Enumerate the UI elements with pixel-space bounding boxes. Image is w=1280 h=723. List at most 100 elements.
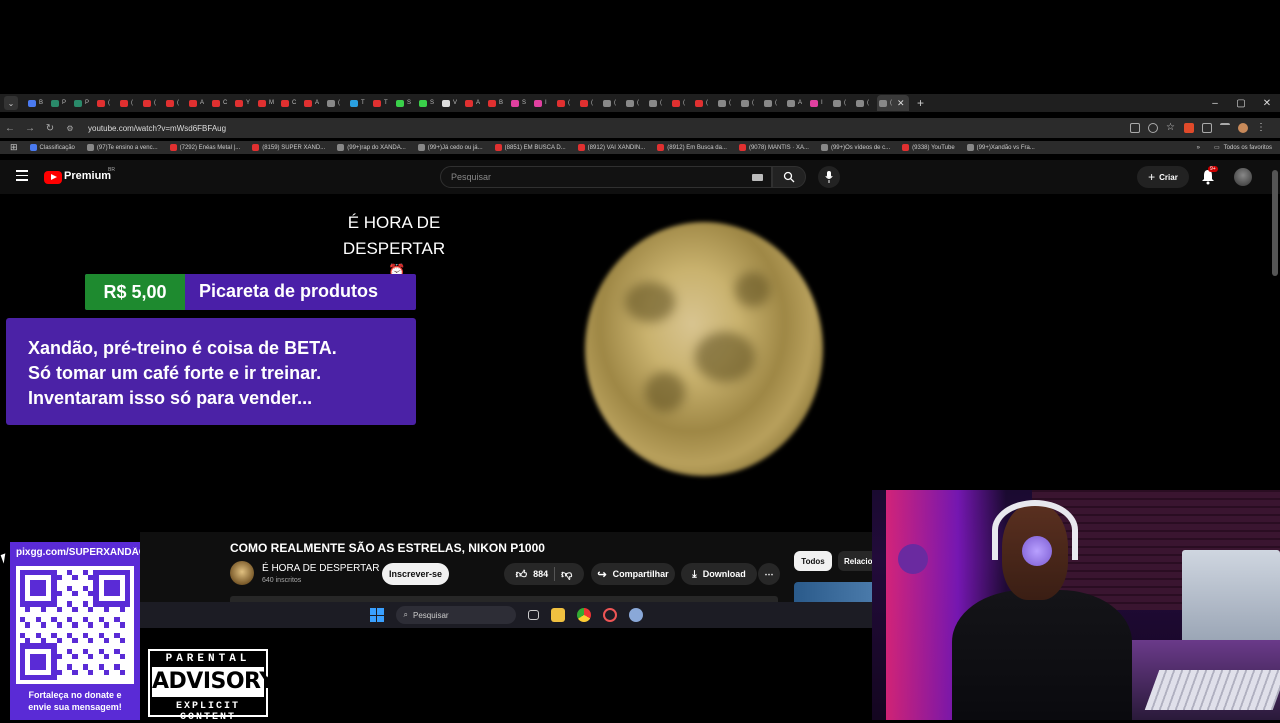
zoom-icon[interactable] <box>1148 123 1158 133</box>
more-bookmarks-icon[interactable]: » <box>1197 145 1200 151</box>
browser-tab[interactable]: T <box>371 95 394 111</box>
browser-tab[interactable]: P <box>72 95 95 111</box>
app-red-icon[interactable] <box>602 608 617 622</box>
bookmark-item[interactable]: (8912) Em Busca da... <box>657 144 727 151</box>
tab-search-chevron-icon[interactable]: ⌄ <box>4 96 18 110</box>
taskbar-search[interactable]: ⌕ Pesquisar <box>395 606 516 624</box>
related-video-thumbnail[interactable] <box>794 582 872 602</box>
file-explorer-icon[interactable] <box>550 608 565 622</box>
close-window-icon[interactable]: ✕ <box>1254 98 1280 109</box>
extensions-icon[interactable] <box>1202 123 1212 133</box>
browser-tab[interactable]: I <box>808 95 831 111</box>
maximize-icon[interactable]: ▢ <box>1228 98 1254 109</box>
url-field[interactable]: youtube.com/watch?v=mWsd6FBFAug <box>88 124 1130 133</box>
reload-icon[interactable]: ↻ <box>40 123 60 134</box>
search-button[interactable] <box>772 166 806 188</box>
bookmark-item[interactable]: (8912) VAI XANDIN... <box>577 144 645 151</box>
all-bookmarks-folder-icon[interactable]: ▭ <box>1214 144 1220 151</box>
minimize-icon[interactable]: – <box>1202 98 1228 109</box>
like-icon[interactable]: 👍︎ <box>516 568 528 581</box>
bookmark-item[interactable]: (99+)Xandão vs Fra... <box>966 144 1035 151</box>
more-actions-button[interactable]: ⋯ <box>758 563 780 585</box>
create-button[interactable]: + Criar <box>1137 166 1189 188</box>
windows-start-icon[interactable] <box>369 608 384 622</box>
chrome-icon[interactable] <box>576 608 591 622</box>
new-tab-button[interactable]: + <box>917 96 924 110</box>
site-info-icon[interactable]: ⚙ <box>60 124 80 133</box>
browser-tab[interactable]: ( <box>739 95 762 111</box>
browser-tab[interactable]: S <box>417 95 440 111</box>
bookmark-item[interactable]: (97)Te ensino a venc... <box>86 144 158 151</box>
browser-tab[interactable]: A <box>463 95 486 111</box>
hamburger-menu-icon[interactable] <box>16 170 28 182</box>
browser-tab[interactable]: ( <box>141 95 164 111</box>
browser-tab[interactable]: Y <box>233 95 256 111</box>
bookmark-item[interactable]: Classificação <box>29 144 75 151</box>
bookmark-item[interactable]: (8851) EM BUSCA D... <box>494 144 566 151</box>
browser-tab[interactable]: B <box>26 95 49 111</box>
browser-tab[interactable]: I <box>532 95 555 111</box>
browser-tab[interactable]: C <box>279 95 302 111</box>
menu-dots-icon[interactable]: ⋮ <box>1256 123 1266 133</box>
bookmark-star-icon[interactable]: ☆ <box>1166 123 1176 133</box>
browser-tab[interactable]: V <box>440 95 463 111</box>
browser-tab[interactable]: ( <box>95 95 118 111</box>
voice-search-button[interactable] <box>818 166 840 188</box>
subscribe-button[interactable]: Inscrever-se <box>382 563 449 585</box>
bookmark-item[interactable]: (99+)rap do XANDÃ... <box>337 144 406 151</box>
browser-tab[interactable]: A <box>785 95 808 111</box>
bookmark-item[interactable]: (7292) Enéas Metal |... <box>169 144 240 151</box>
browser-tab[interactable]: ( <box>854 95 877 111</box>
channel-avatar[interactable] <box>230 561 254 585</box>
channel-name[interactable]: É HORA DE DESPERTAR <box>262 563 379 574</box>
chip-all[interactable]: Todos <box>794 551 832 571</box>
browser-tab[interactable]: T <box>348 95 371 111</box>
browser-tab[interactable]: (✕ <box>877 95 909 111</box>
browser-tab[interactable]: S <box>394 95 417 111</box>
bookmark-item[interactable]: (99+)Os vídeos de c... <box>820 144 890 151</box>
browser-tab[interactable]: ( <box>693 95 716 111</box>
browser-tab[interactable]: ( <box>624 95 647 111</box>
browser-tab[interactable]: ( <box>762 95 785 111</box>
bookmark-item[interactable]: (8159) SUPER XAND... <box>252 144 325 151</box>
account-avatar[interactable] <box>1234 168 1252 186</box>
back-icon[interactable]: ← <box>0 123 20 134</box>
chip-related[interactable]: Relacionados <box>838 551 872 571</box>
bookmark-item[interactable]: (99+)Já cedo ou já... <box>417 144 483 151</box>
media-icon[interactable] <box>1220 123 1230 133</box>
profile-icon[interactable] <box>1238 123 1248 133</box>
share-button[interactable]: ↪ Compartilhar <box>591 563 675 585</box>
tab-close-icon[interactable]: ✕ <box>897 98 905 109</box>
browser-tab[interactable]: ( <box>164 95 187 111</box>
all-bookmarks-label[interactable]: Todos os favoritos <box>1224 145 1272 151</box>
browser-tab[interactable]: ( <box>118 95 141 111</box>
browser-tab[interactable]: ( <box>831 95 854 111</box>
dislike-icon[interactable]: 👎︎ <box>561 568 572 581</box>
browser-tab[interactable]: A <box>187 95 210 111</box>
page-scrollbar[interactable] <box>1272 170 1278 276</box>
settings-gear-icon[interactable] <box>628 608 643 622</box>
browser-tab[interactable]: ( <box>670 95 693 111</box>
bookmark-item[interactable]: (9338) YouTube <box>902 144 955 151</box>
browser-tab[interactable]: S <box>509 95 532 111</box>
like-count[interactable]: 884 <box>533 569 548 579</box>
browser-tab[interactable]: ( <box>716 95 739 111</box>
browser-tab[interactable]: M <box>256 95 279 111</box>
install-app-icon[interactable] <box>1130 123 1140 133</box>
forward-icon[interactable]: → <box>20 123 40 134</box>
youtube-premium-label[interactable]: Premium <box>64 170 111 182</box>
search-input[interactable]: Pesquisar <box>440 166 772 188</box>
browser-tab[interactable]: C <box>210 95 233 111</box>
task-view-icon[interactable] <box>527 610 539 620</box>
browser-tab[interactable]: P <box>49 95 72 111</box>
youtube-logo-icon[interactable] <box>44 171 62 184</box>
browser-tab[interactable]: ( <box>647 95 670 111</box>
browser-tab[interactable]: ( <box>555 95 578 111</box>
browser-tab[interactable]: ( <box>325 95 348 111</box>
extension-red-icon[interactable] <box>1184 123 1194 133</box>
keyboard-icon[interactable] <box>752 174 763 181</box>
download-button[interactable]: ⤓ Download <box>681 563 757 585</box>
apps-grid-icon[interactable]: ⊞ <box>10 142 18 153</box>
bookmark-item[interactable]: (9078) MANTIS · XA... <box>738 144 809 151</box>
browser-tab[interactable]: ( <box>601 95 624 111</box>
